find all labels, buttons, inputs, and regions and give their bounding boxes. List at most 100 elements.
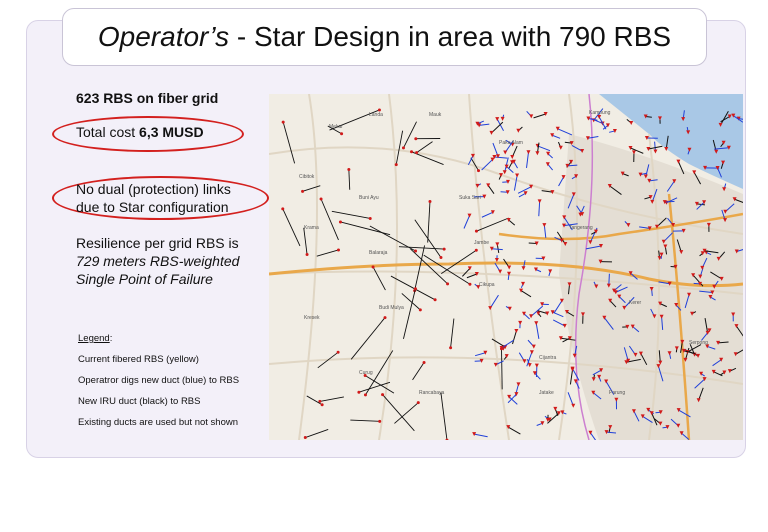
rbs-site [363,393,367,397]
rbs-site [357,390,361,394]
rbs-site [507,306,512,311]
rbs-site [414,137,418,141]
rbs-site [523,191,528,196]
cost-value: 6,3 MUSD [139,124,204,140]
new-duct [664,200,675,203]
rbs-site [558,145,563,150]
rbs-site [495,117,500,122]
map-place-label: Parung [609,390,625,396]
rbs-site [494,258,499,263]
rbs-site [516,382,521,387]
rbs-site [368,216,372,220]
new-duct [543,225,547,238]
iru-duct [508,219,516,226]
new-duct [474,433,488,438]
map-place-label: Mauk [429,112,442,118]
rbs-site [529,184,534,189]
rbs-site [529,114,534,119]
map-canvas: Landa Mauk Kampung Mekar Paku Alam Cibitok Bun… [269,94,743,440]
rbs-site [415,151,419,155]
rbs-site [467,213,472,218]
new-duct [501,339,515,349]
rbs-site [347,167,351,171]
rbs-site [514,329,519,334]
rbs-site [381,393,385,397]
map-place-label: Jambe [474,240,489,246]
rbs-site [676,159,681,164]
iru-duct [303,227,308,255]
rbs-site [548,269,553,274]
new-duct [598,116,607,130]
iru-duct [508,426,521,435]
iru-duct [440,392,448,440]
rbs-site [474,229,478,233]
rbs-site [394,163,398,167]
map-place-label: Curug [359,370,373,376]
rbs-site [449,346,453,350]
rbs-site [439,255,443,259]
rbs-site [340,132,344,136]
map-place-label: Budi Mulya [379,305,404,311]
rbs-site [442,247,446,251]
rbs-site [555,126,560,131]
rbs-site [371,265,375,269]
legend-title: Legend [78,333,110,344]
rbs-site [414,249,418,253]
map-place-label: Buni Ayu [359,195,379,201]
title-rest: - Star Design in area with 790 RBS [229,21,672,52]
title-operator: Operator’s [97,21,230,52]
rbs-site [401,146,405,150]
new-duct [547,163,554,171]
legend-item: New IRU duct (black) to RBS [78,396,201,407]
rbs-site [489,130,494,135]
iru-duct [282,121,296,164]
rbs-site [529,314,534,319]
dual-links-text: No dual (protection) links due to Star c… [76,180,231,216]
new-duct [567,392,574,406]
rbs-site [495,242,500,247]
legend-item: Existing ducts are used but not shown [78,417,239,428]
dual-line-1: No dual (protection) links [76,181,231,197]
iru-duct [466,273,477,279]
rbs-site [338,220,342,224]
rbs-site [529,350,534,355]
rbs-site [281,207,285,211]
map-place-label: Rancabaya [419,390,445,396]
iru-duct [364,375,395,394]
iru-duct [501,348,503,390]
iru-duct [491,338,506,348]
resilience-line-1: Resilience per grid RBS is [76,235,239,251]
map-place-label: Cijantra [539,355,556,361]
iru-duct [390,275,436,301]
rbs-site [336,350,340,354]
rbs-site [553,406,558,411]
new-duct [534,372,541,380]
iru-duct [350,419,380,422]
new-duct [491,248,503,251]
rbs-site [628,145,633,150]
rbs-site [500,116,505,121]
new-duct [513,175,518,191]
legend: Legend: Current fibered RBS (yellow) Ope… [78,328,239,433]
new-duct [558,176,564,187]
rbs-site [446,282,450,286]
rbs-site [468,282,472,286]
rbs-site [416,401,420,405]
rbs-site [562,323,567,328]
rbs-site [490,210,495,215]
iru-duct [398,246,445,250]
new-duct [557,128,573,136]
iru-duct [319,396,344,402]
new-duct [552,134,561,139]
new-duct [552,319,566,327]
title-box: Operator’s - Star Design in area with 79… [62,8,707,66]
rbs-site [507,265,512,270]
map-place-label: Landa [369,112,383,118]
rbs-site [383,316,387,320]
iru-duct [320,198,339,241]
iru-duct [450,318,455,348]
iru-duct [331,210,371,219]
rbs-site [474,248,478,252]
rbs-site [534,363,539,368]
new-duct [590,432,597,440]
